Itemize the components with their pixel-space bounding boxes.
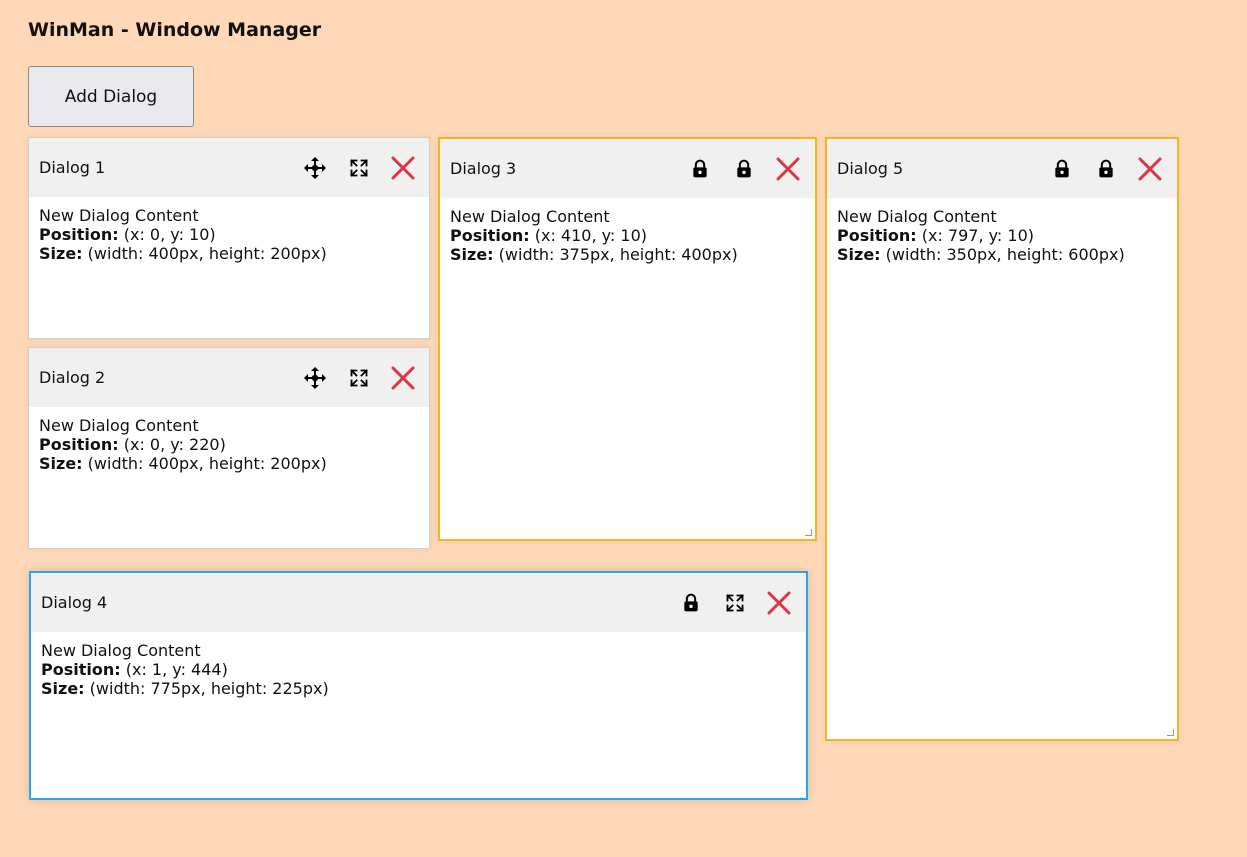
- lock-icon[interactable]: [730, 155, 758, 183]
- size-line: Size: (width: 775px, height: 225px): [41, 679, 796, 698]
- app-title: WinMan - Window Manager: [28, 19, 322, 41]
- close-icon[interactable]: [389, 364, 417, 392]
- dialog-5[interactable]: Dialog 5 New Dialog Content Position: (x…: [825, 137, 1179, 741]
- position-line: Position: (x: 1, y: 444): [41, 660, 796, 679]
- dialog-body: New Dialog Content Position: (x: 0, y: 1…: [29, 197, 429, 263]
- dialog-content: New Dialog Content: [39, 206, 199, 225]
- dialog-title: Dialog 4: [41, 593, 108, 612]
- dialog-1[interactable]: Dialog 1 New Dialog Content Position: (x…: [28, 137, 430, 339]
- position-line: Position: (x: 797, y: 10): [837, 226, 1167, 245]
- dialog-title: Dialog 2: [39, 368, 106, 387]
- size-label: Size:: [39, 454, 83, 473]
- dialog-body: New Dialog Content Position: (x: 410, y:…: [440, 198, 815, 264]
- position-label: Position:: [39, 435, 119, 454]
- position-line: Position: (x: 410, y: 10): [450, 226, 805, 245]
- position-line: Position: (x: 0, y: 220): [39, 435, 419, 454]
- size-value: (width: 350px, height: 600px): [880, 245, 1125, 264]
- lock-icon[interactable]: [686, 155, 714, 183]
- move-icon[interactable]: [301, 154, 329, 182]
- dialog-3[interactable]: Dialog 3 New Dialog Content Position: (x…: [438, 137, 817, 541]
- position-value: (x: 0, y: 10): [118, 225, 216, 244]
- add-dialog-button[interactable]: Add Dialog: [28, 66, 194, 127]
- size-line: Size: (width: 375px, height: 400px): [450, 245, 805, 264]
- close-icon[interactable]: [1136, 155, 1164, 183]
- position-line: Position: (x: 0, y: 10): [39, 225, 419, 244]
- position-value: (x: 1, y: 444): [120, 660, 228, 679]
- close-icon[interactable]: [774, 155, 802, 183]
- resize-handle[interactable]: [805, 529, 812, 536]
- move-icon[interactable]: [301, 364, 329, 392]
- size-label: Size:: [41, 679, 85, 698]
- dialog-header[interactable]: Dialog 5: [827, 139, 1177, 198]
- dialog-content: New Dialog Content: [837, 207, 997, 226]
- maximize-icon[interactable]: [345, 154, 373, 182]
- dialog-title: Dialog 1: [39, 158, 106, 177]
- position-label: Position:: [39, 225, 119, 244]
- position-label: Position:: [41, 660, 121, 679]
- size-value: (width: 400px, height: 200px): [82, 244, 327, 263]
- size-value: (width: 375px, height: 400px): [493, 245, 738, 264]
- dialog-title: Dialog 3: [450, 159, 517, 178]
- size-label: Size:: [837, 245, 881, 264]
- lock-icon[interactable]: [1048, 155, 1076, 183]
- dialog-2[interactable]: Dialog 2 New Dialog Content Position: (x…: [28, 347, 430, 549]
- dialog-body: New Dialog Content Position: (x: 1, y: 4…: [31, 632, 806, 698]
- maximize-icon[interactable]: [345, 364, 373, 392]
- size-value: (width: 400px, height: 200px): [82, 454, 327, 473]
- resize-handle[interactable]: [1167, 729, 1174, 736]
- dialog-content: New Dialog Content: [39, 416, 199, 435]
- dialog-body: New Dialog Content Position: (x: 0, y: 2…: [29, 407, 429, 473]
- dialog-header[interactable]: Dialog 3: [440, 139, 815, 198]
- dialog-title: Dialog 5: [837, 159, 904, 178]
- size-line: Size: (width: 400px, height: 200px): [39, 454, 419, 473]
- dialog-header[interactable]: Dialog 2: [29, 348, 429, 407]
- lock-icon[interactable]: [677, 589, 705, 617]
- size-value: (width: 775px, height: 225px): [84, 679, 329, 698]
- dialog-content: New Dialog Content: [41, 641, 201, 660]
- lock-icon[interactable]: [1092, 155, 1120, 183]
- close-icon[interactable]: [389, 154, 417, 182]
- dialog-content: New Dialog Content: [450, 207, 610, 226]
- size-line: Size: (width: 400px, height: 200px): [39, 244, 419, 263]
- maximize-icon[interactable]: [721, 589, 749, 617]
- dialog-body: New Dialog Content Position: (x: 797, y:…: [827, 198, 1177, 264]
- position-label: Position:: [450, 226, 530, 245]
- size-label: Size:: [450, 245, 494, 264]
- position-label: Position:: [837, 226, 917, 245]
- size-label: Size:: [39, 244, 83, 263]
- dialog-header[interactable]: Dialog 4: [31, 573, 806, 632]
- position-value: (x: 410, y: 10): [529, 226, 648, 245]
- position-value: (x: 0, y: 220): [118, 435, 226, 454]
- dialog-header[interactable]: Dialog 1: [29, 138, 429, 197]
- close-icon[interactable]: [765, 589, 793, 617]
- dialog-4[interactable]: Dialog 4 New Dialog Content Position: (x…: [29, 571, 808, 800]
- size-line: Size: (width: 350px, height: 600px): [837, 245, 1167, 264]
- position-value: (x: 797, y: 10): [916, 226, 1035, 245]
